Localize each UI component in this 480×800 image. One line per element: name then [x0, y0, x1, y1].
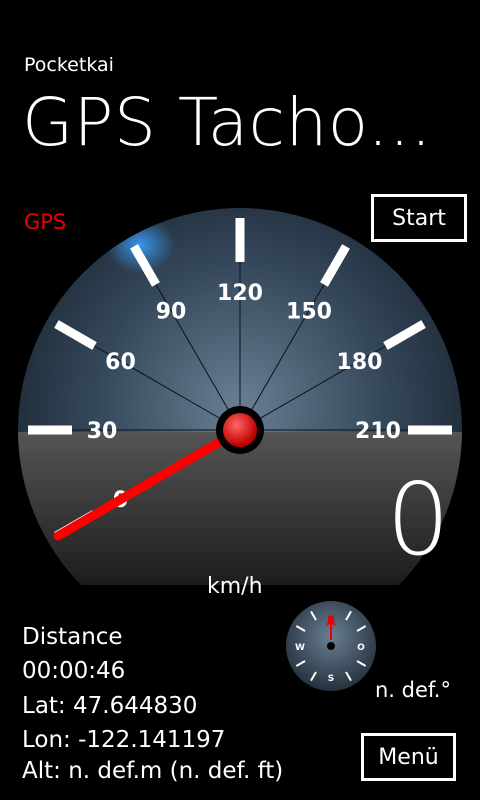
latitude: Lat: 47.644830 — [22, 693, 198, 719]
gauge-tick-label: 180 — [337, 350, 383, 375]
gauge-tick-label: 60 — [105, 350, 136, 375]
page-title: GPS Tacho... — [22, 84, 432, 161]
compass-west-label: W — [295, 643, 305, 653]
speed-value: 0 — [386, 461, 450, 578]
gauge-tick-label: 150 — [286, 299, 332, 324]
compass-east-label: O — [357, 643, 365, 653]
compass-heading: n. def.° — [375, 678, 451, 702]
gauge-tick-label: 120 — [217, 281, 263, 306]
altitude: Alt: n. def.m (n. def. ft) — [22, 758, 284, 784]
menu-button[interactable]: Menü — [361, 733, 456, 781]
gauge-tick-label: 30 — [87, 419, 118, 444]
compass-south-label: S — [328, 674, 334, 684]
longitude: Lon: -122.141197 — [22, 727, 226, 753]
compass: N O S W — [286, 601, 376, 691]
distance-label: Distance — [22, 624, 123, 650]
speed-unit: km/h — [207, 574, 263, 599]
elapsed-time: 00:00:46 — [22, 658, 126, 684]
needle-hub — [223, 413, 257, 447]
gauge-tick-label: 210 — [355, 419, 401, 444]
gauge-tick-label: 90 — [156, 299, 187, 324]
compass-north-label: N — [327, 615, 335, 625]
app-name: Pocketkai — [24, 54, 114, 76]
